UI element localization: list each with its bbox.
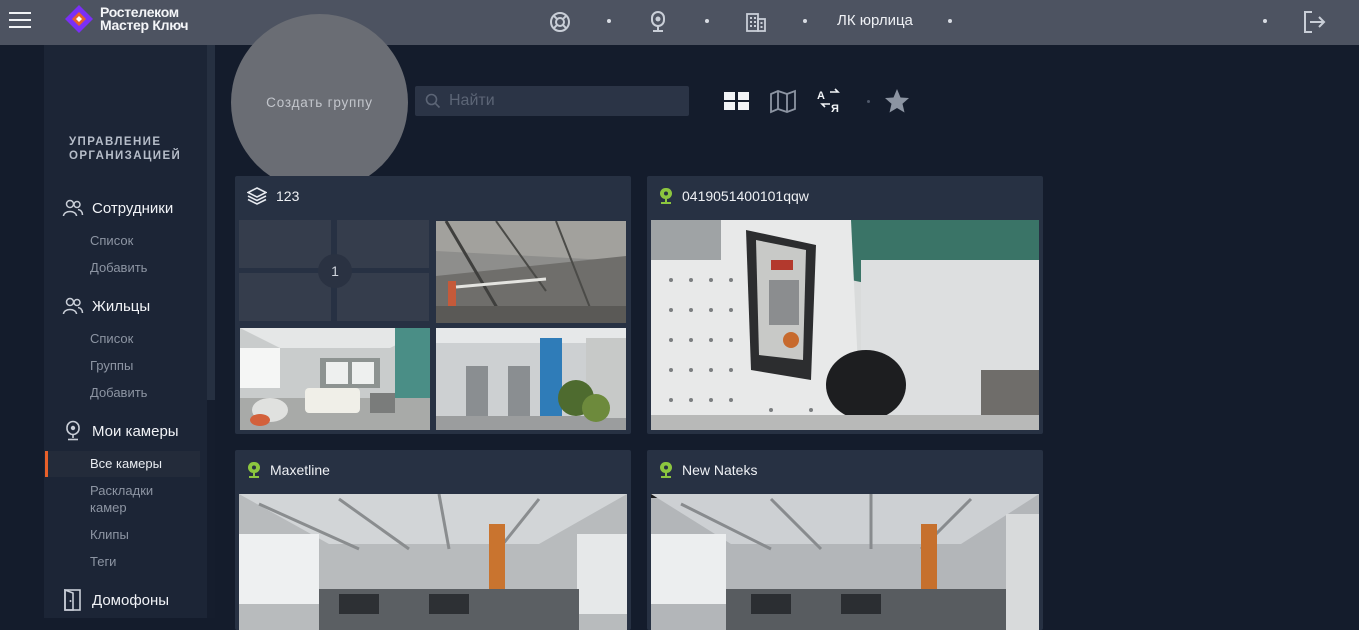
sidebar-section-intercoms[interactable]: Домофоны	[62, 589, 169, 611]
sidebar-item-all-cameras[interactable]: Все камеры	[90, 455, 162, 472]
camera-card[interactable]: 0419051400101qqw	[647, 176, 1043, 434]
svg-text:Я: Я	[831, 103, 839, 114]
camera-icon	[660, 462, 672, 478]
sort-az-icon[interactable]: A Я	[816, 88, 844, 114]
create-group-button[interactable]: Создать группу	[231, 14, 408, 191]
sidebar-item-residents-groups[interactable]: Группы	[90, 357, 133, 374]
nav-separator	[948, 19, 952, 23]
camera-preview-office-phone[interactable]	[651, 220, 1039, 430]
empty-count-badge: 1	[318, 254, 352, 288]
nav-separator	[1263, 19, 1267, 23]
camera-preview-office-hall[interactable]	[651, 494, 1039, 630]
logout-icon[interactable]	[1301, 9, 1327, 35]
sidebar-item-tags[interactable]: Теги	[90, 553, 116, 570]
card-title: 0419051400101qqw	[682, 188, 809, 204]
camera-preview-elevators[interactable]	[436, 328, 626, 430]
empty-camera-slots: 1	[239, 220, 432, 321]
sidebar-section-label: Сотрудники	[92, 199, 174, 217]
toolbar-separator	[867, 100, 870, 103]
people-icon	[62, 199, 84, 217]
search-icon	[425, 93, 441, 109]
camera-card[interactable]: New Nateks	[647, 450, 1043, 630]
card-header: 0419051400101qqw	[659, 176, 809, 216]
sidebar-section-label: Домофоны	[92, 591, 170, 609]
camera-preview-outdoor[interactable]	[436, 221, 626, 323]
camera-preview-office-hall[interactable]	[239, 494, 627, 630]
logo[interactable]: Ростелеком Мастер Ключ	[64, 4, 188, 34]
sidebar-section-label: Мои камеры	[92, 422, 179, 440]
grid-view-icon[interactable]	[723, 88, 751, 114]
card-title: 123	[276, 188, 300, 204]
card-header: New Nateks	[659, 450, 757, 490]
svg-text:A: A	[817, 90, 825, 102]
camera-icon	[248, 462, 260, 478]
nav-separator	[803, 19, 807, 23]
sidebar-item-employees-add[interactable]: Добавить	[90, 259, 147, 276]
logo-mark-icon	[65, 5, 93, 33]
map-view-icon[interactable]	[769, 88, 797, 114]
sidebar-scrollbar-thumb[interactable]	[207, 45, 215, 400]
account-link[interactable]: ЛК юрлица	[837, 12, 913, 29]
people-icon	[62, 297, 84, 315]
sidebar-section-my-cameras[interactable]: Мои камеры	[62, 420, 179, 442]
card-header: Maxetline	[247, 450, 330, 490]
support-icon[interactable]	[548, 10, 572, 34]
nav-separator	[705, 19, 709, 23]
intercom-door-icon	[64, 589, 81, 611]
org-management-title: УПРАВЛЕНИЕ ОРГАНИЗАЦИЕЙ	[69, 136, 182, 162]
sidebar-section-employees[interactable]: Сотрудники	[62, 197, 173, 219]
sidebar-section-label: Жильцы	[92, 297, 151, 315]
building-icon[interactable]	[744, 10, 768, 34]
sidebar-active-indicator	[45, 451, 48, 477]
card-title: Maxetline	[270, 462, 330, 478]
logo-line-2: Мастер Ключ	[100, 17, 189, 33]
sidebar-item-camera-layouts[interactable]: Раскладки камер	[90, 482, 190, 516]
search-box[interactable]	[415, 86, 689, 116]
sidebar-item-employees-list[interactable]: Список	[90, 232, 133, 249]
sidebar-item-residents-add[interactable]: Добавить	[90, 384, 147, 401]
nav-separator	[607, 19, 611, 23]
layers-icon	[247, 187, 267, 205]
camera-icon	[66, 420, 80, 441]
favorite-star-icon[interactable]	[883, 88, 911, 114]
menu-icon[interactable]	[9, 12, 31, 30]
camera-icon[interactable]	[646, 10, 670, 34]
card-title: New Nateks	[682, 462, 758, 478]
sidebar-section-residents[interactable]: Жильцы	[62, 295, 150, 317]
camera-icon	[660, 188, 672, 204]
sidebar-item-clips[interactable]: Клипы	[90, 526, 129, 543]
search-input[interactable]	[449, 92, 679, 110]
camera-group-card[interactable]: 123 1	[235, 176, 631, 434]
camera-card[interactable]: Maxetline	[235, 450, 631, 630]
card-header: 123	[247, 176, 299, 216]
sidebar-item-residents-list[interactable]: Список	[90, 330, 133, 347]
top-bar: Ростелеком Мастер Ключ ЛК юрлица	[0, 0, 1359, 45]
camera-preview-lounge[interactable]	[240, 328, 430, 430]
